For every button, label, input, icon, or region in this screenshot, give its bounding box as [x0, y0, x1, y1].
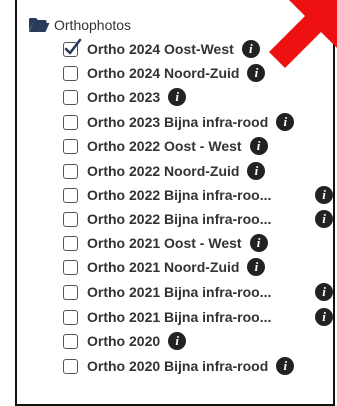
checkbox[interactable]	[63, 65, 78, 81]
checkbox[interactable]	[63, 163, 78, 179]
layer-item[interactable]: Ortho 2024 Noord-Zuid i	[63, 61, 266, 85]
layer-item[interactable]: Ortho 2021 Bijna infra-roo... i	[63, 305, 333, 329]
checkbox[interactable]	[63, 333, 78, 349]
checkbox[interactable]	[63, 284, 78, 300]
layer-label: Ortho 2020	[87, 333, 161, 349]
layer-group-label: Orthophotos	[54, 17, 132, 33]
info-icon[interactable]: i	[247, 258, 266, 276]
info-icon[interactable]: i	[168, 332, 187, 350]
checkbox[interactable]	[63, 89, 78, 105]
checkbox[interactable]	[63, 187, 78, 203]
layer-label: Ortho 2021 Oost - West	[87, 235, 242, 251]
layer-item[interactable]: Ortho 2023 i	[63, 85, 187, 109]
layer-label: Ortho 2022 Bijna infra-roo...	[87, 187, 272, 203]
info-icon[interactable]: i	[247, 162, 266, 180]
layer-label: Ortho 2023 Bijna infra-rood	[87, 114, 269, 130]
checkbox[interactable]	[63, 138, 78, 154]
layer-item[interactable]: Ortho 2024 Oost-West i	[63, 37, 260, 61]
layer-label: Ortho 2023	[87, 89, 161, 105]
layer-label: Ortho 2020 Bijna infra-rood	[87, 358, 269, 374]
info-icon[interactable]: i	[315, 308, 333, 326]
folder-open-icon	[29, 18, 50, 32]
layer-item[interactable]: Ortho 2021 Bijna infra-roo... i	[63, 280, 333, 304]
layer-label: Ortho 2022 Bijna infra-roo...	[87, 211, 272, 227]
checkbox-checked[interactable]	[63, 38, 82, 57]
layer-item[interactable]: Ortho 2021 Noord-Zuid i	[63, 255, 266, 279]
info-icon[interactable]: i	[168, 88, 187, 106]
info-icon[interactable]: i	[276, 357, 295, 375]
layer-label: Ortho 2021 Bijna infra-roo...	[87, 284, 272, 300]
layer-label: Ortho 2021 Bijna infra-roo...	[87, 309, 272, 325]
info-icon[interactable]: i	[315, 186, 333, 204]
layer-item[interactable]: Ortho 2023 Bijna infra-rood i	[63, 110, 295, 134]
layer-label: Ortho 2022 Noord-Zuid	[87, 163, 240, 179]
info-icon[interactable]: i	[249, 234, 268, 252]
info-icon[interactable]: i	[249, 137, 268, 155]
checkbox[interactable]	[63, 211, 78, 227]
checkmark-icon	[64, 38, 82, 54]
layer-label: Ortho 2022 Oost - West	[87, 138, 242, 154]
layer-group-header[interactable]: Orthophotos	[28, 16, 131, 34]
layer-label: Ortho 2021 Noord-Zuid	[87, 259, 240, 275]
checkbox[interactable]	[63, 358, 78, 374]
info-icon[interactable]: i	[276, 113, 295, 131]
info-icon[interactable]: i	[247, 64, 266, 82]
layer-item[interactable]: Ortho 2022 Oost - West i	[63, 134, 268, 158]
layer-item[interactable]: Ortho 2022 Bijna infra-roo... i	[63, 183, 333, 207]
layer-item[interactable]: Ortho 2021 Oost - West i	[63, 231, 268, 255]
info-icon[interactable]: i	[315, 210, 333, 228]
checkbox[interactable]	[63, 114, 78, 130]
pointer-arrow	[269, 0, 337, 68]
checkbox[interactable]	[63, 259, 78, 275]
layer-item[interactable]: Ortho 2020 i	[63, 329, 187, 353]
checkbox[interactable]	[63, 309, 78, 325]
checkbox[interactable]	[63, 235, 78, 251]
info-icon[interactable]: i	[315, 283, 333, 301]
layer-item[interactable]: Ortho 2022 Bijna infra-roo... i	[63, 207, 333, 231]
info-icon[interactable]: i	[241, 40, 260, 58]
layer-item[interactable]: Ortho 2020 Bijna infra-rood i	[63, 354, 295, 378]
layer-label: Ortho 2024 Noord-Zuid	[87, 65, 240, 81]
layer-label: Ortho 2024 Oost-West	[87, 41, 234, 57]
layer-item[interactable]: Ortho 2022 Noord-Zuid i	[63, 159, 266, 183]
